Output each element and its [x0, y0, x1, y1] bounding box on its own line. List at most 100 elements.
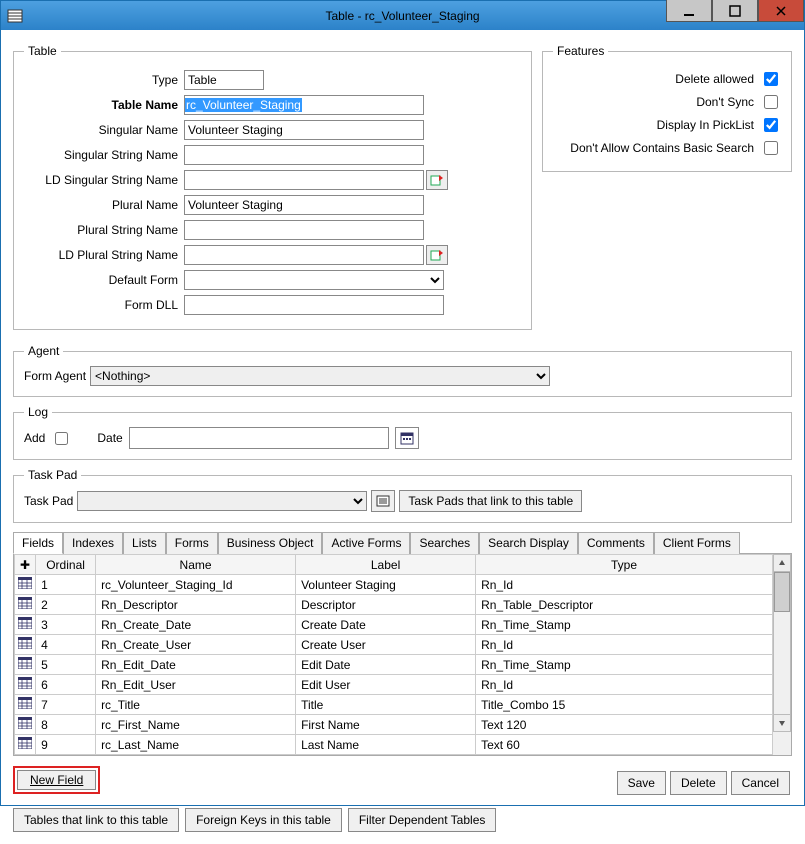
header-ordinal[interactable]: Ordinal	[36, 555, 96, 575]
form-dll-field[interactable]	[184, 295, 444, 315]
log-legend: Log	[24, 405, 52, 419]
ld-plural-browse-icon[interactable]	[426, 245, 448, 265]
tab-business-object[interactable]: Business Object	[218, 532, 323, 554]
tab-active-forms[interactable]: Active Forms	[322, 532, 410, 554]
grid-scrollbar[interactable]	[773, 554, 791, 755]
taskpad-list-icon[interactable]	[371, 490, 395, 512]
singular-name-field[interactable]	[184, 120, 424, 140]
default-form-select[interactable]	[184, 270, 444, 290]
plural-string-field[interactable]	[184, 220, 424, 240]
table-row[interactable]: 4Rn_Create_UserCreate UserRn_Id	[15, 635, 773, 655]
delete-allowed-label: Delete allowed	[675, 72, 754, 86]
close-button[interactable]	[758, 0, 804, 22]
app-icon	[7, 8, 23, 24]
delete-button[interactable]: Delete	[670, 771, 727, 795]
tab-fields[interactable]: Fields	[13, 532, 63, 554]
type-field[interactable]	[184, 70, 264, 90]
table-row[interactable]: 7rc_TitleTitleTitle_Combo 15	[15, 695, 773, 715]
tab-comments[interactable]: Comments	[578, 532, 654, 554]
plural-name-label: Plural Name	[24, 198, 184, 212]
cell-type: Rn_Id	[476, 675, 773, 695]
scroll-thumb[interactable]	[774, 572, 790, 612]
taskpad-label: Task Pad	[24, 494, 73, 508]
table-fieldset: Table Type Table Name rc_Volunteer_Stagi…	[13, 44, 532, 330]
ld-plural-label: LD Plural String Name	[24, 248, 184, 262]
plural-name-field[interactable]	[184, 195, 424, 215]
log-date-field[interactable]	[129, 427, 389, 449]
titlebar: Table - rc_Volunteer_Staging	[1, 1, 804, 30]
save-button[interactable]: Save	[617, 771, 666, 795]
header-label[interactable]: Label	[296, 555, 476, 575]
table-row[interactable]: 3Rn_Create_DateCreate DateRn_Time_Stamp	[15, 615, 773, 635]
header-type[interactable]: Type	[476, 555, 773, 575]
cell-type: Title_Combo 15	[476, 695, 773, 715]
display-picklist-checkbox[interactable]	[764, 118, 778, 132]
scroll-up-icon[interactable]	[773, 554, 791, 572]
tab-client-forms[interactable]: Client Forms	[654, 532, 740, 554]
form-dll-label: Form DLL	[24, 298, 184, 312]
cell-name: rc_Title	[96, 695, 296, 715]
taskpad-select[interactable]	[77, 491, 367, 511]
taskpad-link-button[interactable]: Task Pads that link to this table	[399, 490, 582, 512]
table-row[interactable]: 1rc_Volunteer_Staging_IdVolunteer Stagin…	[15, 575, 773, 595]
dont-sync-checkbox[interactable]	[764, 95, 778, 109]
header-name[interactable]: Name	[96, 555, 296, 575]
cell-label: Create Date	[296, 615, 476, 635]
tables-link-button[interactable]: Tables that link to this table	[13, 808, 179, 832]
cell-name: Rn_Edit_User	[96, 675, 296, 695]
fields-grid: ✚ Ordinal Name Label Type 1rc_Volunteer_…	[14, 554, 773, 755]
dont-sync-label: Don't Sync	[696, 95, 754, 109]
cell-ordinal: 3	[36, 615, 96, 635]
cell-ordinal: 8	[36, 715, 96, 735]
table-row[interactable]: 6Rn_Edit_UserEdit UserRn_Id	[15, 675, 773, 695]
maximize-button[interactable]	[712, 0, 758, 22]
log-add-label: Add	[24, 431, 45, 445]
type-label: Type	[24, 73, 184, 87]
table-row[interactable]: 2Rn_DescriptorDescriptorRn_Table_Descrip…	[15, 595, 773, 615]
filter-dependent-button[interactable]: Filter Dependent Tables	[348, 808, 497, 832]
table-name-field[interactable]: rc_Volunteer_Staging	[184, 95, 424, 115]
cell-name: Rn_Descriptor	[96, 595, 296, 615]
ld-plural-field[interactable]	[184, 245, 424, 265]
ld-singular-field[interactable]	[184, 170, 424, 190]
minimize-button[interactable]	[666, 0, 712, 22]
table-row[interactable]: 9rc_Last_NameLast NameText 60	[15, 735, 773, 755]
features-legend: Features	[553, 44, 608, 58]
cancel-button[interactable]: Cancel	[731, 771, 790, 795]
cell-name: Rn_Edit_Date	[96, 655, 296, 675]
row-icon	[15, 675, 36, 695]
new-field-highlight: New Field	[13, 766, 100, 794]
row-icon	[15, 595, 36, 615]
cell-type: Rn_Id	[476, 635, 773, 655]
cell-name: rc_Volunteer_Staging_Id	[96, 575, 296, 595]
tab-indexes[interactable]: Indexes	[63, 532, 123, 554]
grid-add-column-icon[interactable]: ✚	[15, 555, 36, 575]
scroll-down-icon[interactable]	[773, 714, 791, 732]
tab-lists[interactable]: Lists	[123, 532, 166, 554]
tab-search-display[interactable]: Search Display	[479, 532, 578, 554]
table-name-value: rc_Volunteer_Staging	[185, 98, 302, 112]
delete-allowed-checkbox[interactable]	[764, 72, 778, 86]
cell-type: Rn_Id	[476, 575, 773, 595]
foreign-keys-button[interactable]: Foreign Keys in this table	[185, 808, 342, 832]
table-legend: Table	[24, 44, 61, 58]
dont-allow-basic-checkbox[interactable]	[764, 141, 778, 155]
cell-label: Last Name	[296, 735, 476, 755]
tab-forms[interactable]: Forms	[166, 532, 218, 554]
singular-string-field[interactable]	[184, 145, 424, 165]
cell-type: Rn_Time_Stamp	[476, 655, 773, 675]
table-row[interactable]: 8rc_First_NameFirst NameText 120	[15, 715, 773, 735]
log-add-checkbox[interactable]	[55, 432, 68, 445]
new-field-button[interactable]: New Field	[17, 770, 96, 790]
row-icon	[15, 615, 36, 635]
calendar-icon[interactable]	[395, 427, 419, 449]
tab-searches[interactable]: Searches	[410, 532, 479, 554]
cell-name: Rn_Create_User	[96, 635, 296, 655]
cell-ordinal: 6	[36, 675, 96, 695]
taskpad-legend: Task Pad	[24, 468, 81, 482]
table-row[interactable]: 5Rn_Edit_DateEdit DateRn_Time_Stamp	[15, 655, 773, 675]
cell-ordinal: 5	[36, 655, 96, 675]
form-agent-select[interactable]: <Nothing>	[90, 366, 550, 386]
row-icon	[15, 575, 36, 595]
ld-singular-browse-icon[interactable]	[426, 170, 448, 190]
